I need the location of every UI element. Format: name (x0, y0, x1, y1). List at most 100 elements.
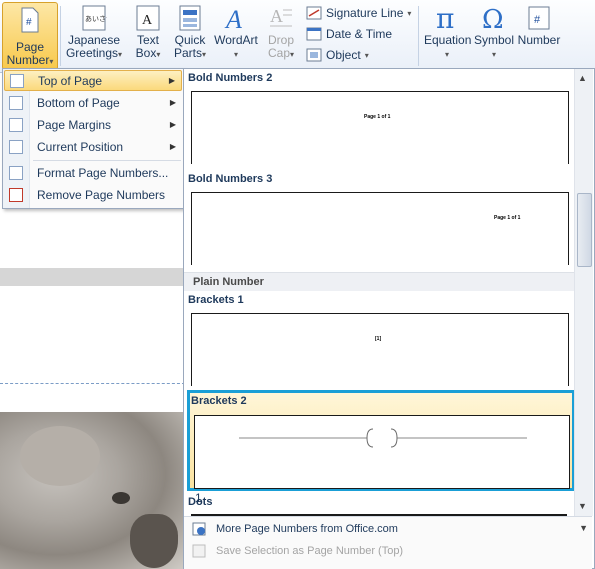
object-icon (306, 48, 322, 62)
submenu-arrow-icon: ▶ (168, 76, 175, 85)
header-boundary-line (0, 383, 185, 384)
drop-cap-button[interactable]: A Drop Cap▾ (262, 4, 300, 61)
page-number-menu: Top of Page ▶ Bottom of Page ▶ Page Marg… (2, 68, 185, 209)
symbol-label: Symbol (474, 33, 515, 47)
page-sample-text: Page 1 of 1 (364, 114, 391, 120)
quick-parts-label-2: Parts (173, 46, 202, 60)
more-page-numbers-link[interactable]: More Page Numbers from Office.com (216, 523, 398, 535)
scroll-down-icon[interactable]: ▼ (578, 501, 587, 511)
number-button[interactable]: # Number (516, 4, 562, 47)
bottom-of-page-icon (9, 95, 23, 110)
svg-text:あいさつ: あいさつ (85, 15, 107, 23)
omega-icon: Ω (482, 5, 504, 32)
gallery-section-header: Plain Number (184, 272, 574, 291)
symbol-button[interactable]: Ω Symbol ▾ (474, 4, 514, 61)
svg-text:Ω: Ω (482, 5, 504, 32)
wordart-button[interactable]: A WordArt ▾ (212, 4, 260, 61)
wordart-icon: A (224, 5, 242, 32)
menu-item-remove-page-numbers[interactable]: Remove Page Numbers (4, 184, 182, 205)
quick-parts-icon (179, 5, 201, 31)
submenu-arrow-icon: ▶ (169, 98, 176, 107)
ribbon-insert-tab: # Page Number▾ あいさつ Japanese Greetings▾ … (0, 0, 595, 73)
menu-item-current-position[interactable]: Current Position ▶ (4, 136, 182, 157)
japanese-greetings-label: Japanese (67, 33, 121, 47)
gallery-item-title: Bold Numbers 3 (188, 173, 273, 185)
signature-line-label: Signature Line (326, 6, 404, 20)
date-time-label: Date & Time (326, 27, 393, 41)
top-of-page-icon (10, 73, 24, 88)
gallery-item-title: Brackets 2 (191, 395, 247, 407)
page-number-button[interactable]: # Page Number▾ (2, 2, 58, 70)
gallery-item-brackets-1[interactable]: [1] (191, 313, 569, 386)
office-online-icon (192, 522, 206, 536)
menu-item-top-of-page[interactable]: Top of Page ▶ (4, 70, 182, 91)
menu-item-format-page-numbers[interactable]: Format Page Numbers... (4, 162, 182, 183)
page-number-label-2: Number (6, 53, 50, 67)
drop-cap-label-2: Cap (267, 46, 290, 60)
format-page-numbers-icon (9, 165, 23, 180)
gallery-item-brackets-2[interactable]: Brackets 2 1 (187, 390, 575, 505)
gallery-scrollbar[interactable]: ▲ ▼ (574, 69, 593, 516)
submenu-arrow-icon: ▶ (169, 142, 176, 151)
menu-item-bottom-of-page[interactable]: Bottom of Page ▶ (4, 92, 182, 113)
drop-cap-label: Drop (267, 33, 294, 47)
japanese-greetings-label-2: Greetings (65, 46, 118, 60)
gallery-footer: More Page Numbers from Office.com Save S… (184, 516, 592, 569)
submenu-arrow-icon: ▶ (169, 120, 176, 129)
equation-label: Equation (424, 33, 472, 47)
menu-item-label: Format Page Numbers... (37, 165, 169, 180)
calendar-icon (306, 27, 322, 41)
save-selection-button[interactable]: Save Selection as Page Number (Top) (216, 545, 403, 557)
svg-text:A: A (270, 6, 283, 26)
svg-text:#: # (534, 14, 541, 26)
svg-text:π: π (436, 4, 454, 32)
number-label: Number (517, 33, 561, 47)
equation-button[interactable]: π Equation ▾ (424, 4, 472, 61)
signature-line-button[interactable]: Signature Line ▾ (306, 6, 411, 20)
greetings-icon: あいさつ (82, 5, 107, 31)
object-label: Object (326, 48, 361, 62)
gallery-item-title: Bold Numbers 2 (188, 72, 273, 84)
signature-icon (306, 6, 322, 20)
scrollbar-thumb[interactable] (577, 193, 592, 267)
page-margins-icon (9, 117, 23, 132)
koala-photo (0, 412, 185, 569)
menu-item-label: Current Position (37, 139, 124, 154)
menu-separator (33, 160, 181, 161)
page-sample-text: [1] (375, 336, 382, 342)
page-preview: 1 (194, 415, 570, 505)
menu-item-label: Top of Page (38, 73, 103, 88)
svg-text:A: A (142, 13, 153, 28)
page-number-gallery: Bold Numbers 2 Page 1 of 1 Bold Numbers … (183, 68, 595, 569)
wordart-label: WordArt (214, 33, 258, 47)
current-position-icon (9, 139, 23, 154)
svg-text:A: A (224, 5, 242, 32)
object-button[interactable]: Object ▾ (306, 48, 369, 62)
text-box-label: Text (136, 33, 159, 47)
ribbon-separator (418, 6, 419, 66)
quick-parts-button[interactable]: Quick Parts▾ (170, 4, 210, 61)
page-number-label: Page (15, 40, 45, 54)
page-sample-text: Page 1 of 1 (494, 215, 521, 221)
scroll-up-icon[interactable]: ▲ (578, 73, 587, 83)
remove-page-numbers-icon (9, 187, 23, 202)
gallery-item-bold-numbers-2[interactable]: Page 1 of 1 (191, 91, 569, 164)
text-box-button[interactable]: A Text Box▾ (128, 4, 168, 61)
gallery-item-bold-numbers-3[interactable]: Page 1 of 1 (191, 192, 569, 265)
gallery-item-title: Brackets 1 (188, 294, 244, 306)
date-time-button[interactable]: Date & Time (306, 27, 392, 41)
quick-parts-label: Quick (174, 33, 206, 47)
text-box-icon: A (136, 5, 160, 31)
svg-text:#: # (26, 17, 32, 28)
pi-icon: π (436, 4, 454, 32)
save-selection-icon (192, 544, 206, 558)
brackets-sample-graphic (239, 428, 527, 448)
menu-item-page-margins[interactable]: Page Margins ▶ (4, 114, 182, 135)
footer-scroll-down-icon[interactable]: ▼ (579, 523, 588, 533)
section-label: Plain Number (193, 276, 264, 288)
page-number-icon: # (21, 7, 39, 33)
ribbon-separator (60, 6, 61, 66)
text-box-label-2: Box (135, 46, 157, 60)
japanese-greetings-button[interactable]: あいさつ Japanese Greetings▾ (64, 4, 124, 61)
menu-item-label: Bottom of Page (37, 95, 120, 110)
